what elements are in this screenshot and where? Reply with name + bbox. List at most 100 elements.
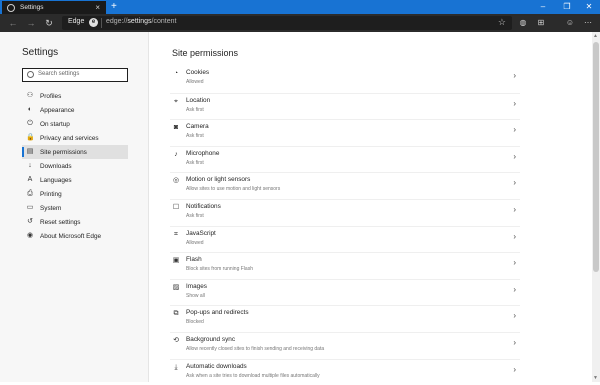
- url-path-strong: settings: [127, 18, 152, 25]
- favorites-icon[interactable]: ⊞: [534, 16, 548, 30]
- permission-title: Images: [186, 282, 207, 290]
- scroll-up-icon[interactable]: ▲: [593, 33, 598, 39]
- chevron-right-icon: ›: [513, 125, 516, 135]
- cookie-icon: ◔: [173, 70, 179, 77]
- permission-status: Allowed: [186, 239, 204, 246]
- permission-title: Background sync: [186, 335, 236, 343]
- download-icon: ↓: [28, 162, 32, 169]
- location-icon: ⌖: [174, 97, 178, 105]
- sidebar-item-profiles[interactable]: ⚇ Profiles: [22, 89, 128, 103]
- settings-sidebar: Settings Search settings ⚇ Profiles ◐ Appea…: [0, 32, 149, 382]
- permission-status: Allow recently closed sites to finish se…: [186, 345, 325, 352]
- permission-row-javascript[interactable]: ⌗ JavaScript Allowed ›: [170, 225, 520, 253]
- permission-status: Ask first: [186, 106, 204, 113]
- sidebar-item-label: Appearance: [40, 106, 75, 114]
- languages-icon: A: [27, 176, 33, 183]
- scrollbar-thumb[interactable]: [593, 42, 599, 272]
- permission-title: Motion or light sensors: [186, 176, 251, 184]
- url-text: edge://settings/content: [106, 18, 176, 25]
- restore-button[interactable]: ❐: [556, 0, 578, 14]
- permission-title: Pop-ups and redirects: [186, 309, 249, 317]
- refresh-icon[interactable]: ↻: [42, 16, 56, 30]
- permission-row-background-sync[interactable]: ⟲ Background sync Allow recently closed si…: [170, 331, 520, 359]
- sidebar-item-label: Reset settings: [40, 218, 81, 226]
- address-bar[interactable]: Edge e edge://settings/content ☆: [62, 16, 512, 30]
- chevron-right-icon: ›: [513, 178, 516, 188]
- sidebar-item-system[interactable]: ▭ System: [22, 201, 128, 215]
- address-divider: [101, 18, 102, 28]
- sidebar-item-downloads[interactable]: ↓ Downloads: [22, 159, 128, 173]
- sidebar-item-label: Printing: [40, 190, 62, 198]
- permission-status: Allow sites to use motion and light sens…: [186, 186, 281, 193]
- chevron-right-icon: ›: [513, 204, 516, 214]
- gear-icon: [7, 3, 15, 12]
- minimize-button[interactable]: –: [532, 0, 554, 14]
- chevron-right-icon: ›: [513, 151, 516, 161]
- permission-row-automatic-downloads[interactable]: ⤓ Automatic downloads Ask when a site trie…: [170, 358, 520, 385]
- tab-settings[interactable]: Settings ×: [2, 1, 106, 14]
- sidebar-item-appearance[interactable]: ◐ Appearance: [22, 103, 128, 117]
- chevron-right-icon: ›: [513, 311, 516, 321]
- power-icon: ⏻: [27, 120, 33, 127]
- collections-icon[interactable]: ◍: [516, 16, 530, 30]
- flash-icon: ▣: [172, 257, 180, 265]
- tab-close-icon[interactable]: ×: [95, 2, 100, 13]
- sidebar-item-privacy-and-services[interactable]: 🔒 Privacy and services: [22, 131, 128, 145]
- permission-row-location[interactable]: ⌖ Location Ask first ›: [170, 92, 520, 120]
- permission-title: Location: [186, 96, 211, 104]
- favorite-star-icon[interactable]: ☆: [498, 17, 506, 28]
- popup-icon: ⧉: [173, 310, 179, 318]
- chevron-right-icon: ›: [513, 98, 516, 108]
- sidebar-item-label: Downloads: [40, 162, 72, 170]
- site-permissions-icon: ▤: [26, 148, 34, 155]
- sidebar-item-site-permissions[interactable]: ▤ Site permissions: [22, 145, 128, 159]
- sidebar-item-languages[interactable]: A Languages: [22, 173, 128, 187]
- permission-title: Cookies: [186, 69, 210, 76]
- printer-icon: ⎙: [27, 190, 33, 197]
- permission-row-camera[interactable]: ◙ Camera Ask first ›: [170, 119, 520, 146]
- sidebar-item-about-microsoft-edge[interactable]: ◉ About Microsoft Edge: [22, 229, 128, 243]
- browser-brand-label: Edge: [68, 18, 85, 25]
- permission-row-images[interactable]: ▨ Images Show all ›: [170, 278, 520, 306]
- system-icon: ▭: [26, 204, 34, 211]
- sidebar-item-printing[interactable]: ⎙ Printing: [22, 187, 128, 201]
- permission-title: Notifications: [186, 202, 221, 210]
- permission-status: Show all: [186, 292, 205, 299]
- feedback-icon[interactable]: ☺: [563, 16, 577, 30]
- scrollbar[interactable]: ▲ ▼: [592, 32, 600, 382]
- permission-status: Ask first: [186, 212, 204, 219]
- forward-icon[interactable]: →: [24, 16, 38, 30]
- sidebar-item-label: System: [40, 204, 62, 212]
- sidebar-item-reset-settings[interactable]: ↺ Reset settings: [22, 215, 128, 229]
- permission-row-pop-ups-and-redirects[interactable]: ⧉ Pop-ups and redirects Blocked ›: [170, 305, 520, 332]
- edge-icon: ◉: [26, 232, 34, 239]
- sidebar-item-on-startup[interactable]: ⏻ On startup: [22, 117, 128, 131]
- tab-title: Settings: [20, 4, 44, 11]
- permission-title: Automatic downloads: [186, 362, 247, 370]
- url-path-rest: /content: [151, 18, 177, 25]
- permission-row-microphone[interactable]: ♪ Microphone Ask first ›: [170, 145, 520, 173]
- new-tab-button[interactable]: +: [111, 0, 117, 13]
- lock-icon: 🔒: [26, 134, 35, 141]
- chevron-right-icon: ›: [513, 258, 516, 268]
- sidebar-item-label: On startup: [40, 120, 70, 128]
- sidebar-item-label: Privacy and services: [40, 134, 99, 142]
- permission-title: JavaScript: [186, 229, 216, 237]
- scroll-down-icon[interactable]: ▼: [593, 375, 598, 381]
- microphone-icon: ♪: [174, 150, 178, 158]
- notification-icon: ☐: [172, 203, 180, 211]
- permission-row-notifications[interactable]: ☐ Notifications Ask first ›: [170, 198, 520, 226]
- reset-icon: ↺: [27, 218, 33, 225]
- close-window-button[interactable]: ✕: [578, 0, 600, 14]
- main-content: Site permissions ◔ Cookies Allowed › ⌖ Locati…: [150, 32, 590, 382]
- page-title: Site permissions: [172, 48, 239, 58]
- search-input[interactable]: Search settings: [22, 68, 128, 82]
- permission-status: Allowed: [186, 79, 204, 85]
- permission-row-motion-or-light-sensors[interactable]: ◎ Motion or light sensors Allow sites to u…: [170, 172, 520, 199]
- permission-row-flash[interactable]: ▣ Flash Block sites from running Flash ›: [170, 252, 520, 279]
- more-icon[interactable]: ⋯: [581, 16, 595, 30]
- back-icon[interactable]: ←: [6, 16, 20, 30]
- permission-row-cookies[interactable]: ◔ Cookies Allowed ›: [170, 66, 520, 93]
- permission-status: Blocked: [186, 319, 204, 326]
- permission-title: Camera: [186, 123, 209, 131]
